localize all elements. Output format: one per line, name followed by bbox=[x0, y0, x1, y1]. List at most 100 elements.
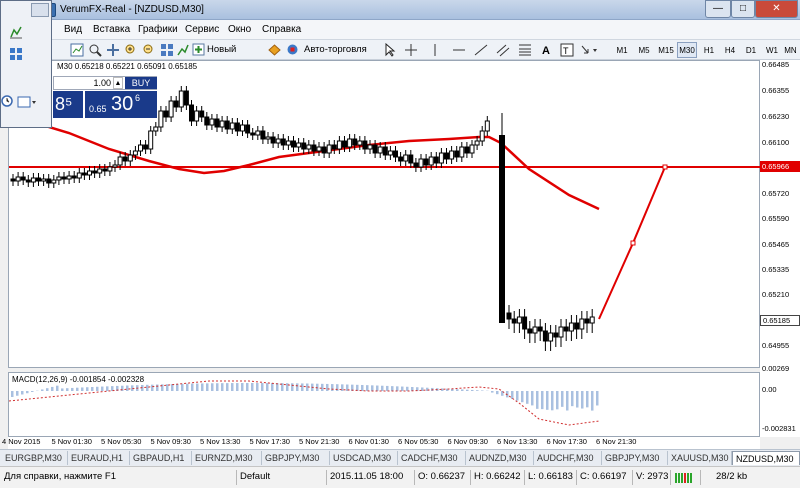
menu-help[interactable]: Справка bbox=[262, 24, 301, 35]
connection-bars-icon bbox=[674, 471, 696, 485]
tab-eurnzd[interactable]: EURNZD,M30 bbox=[192, 451, 262, 465]
status-bar: Для справки, нажмите F1 Default 2015.11.… bbox=[0, 466, 800, 488]
candle-body bbox=[210, 119, 214, 125]
tab-gbpjpy-1[interactable]: GBPJPY,M30 bbox=[262, 451, 330, 465]
candle-body bbox=[271, 137, 275, 143]
macd-bar bbox=[376, 386, 379, 391]
candle-body bbox=[67, 176, 71, 179]
tf-d1[interactable]: D1 bbox=[741, 42, 761, 58]
lot-stepper[interactable]: ▲ bbox=[113, 77, 123, 89]
tab-audchf[interactable]: AUDCHF,M30 bbox=[534, 451, 602, 465]
windows-grid-icon[interactable] bbox=[9, 47, 23, 61]
candle-body bbox=[179, 91, 183, 107]
indicators-icon[interactable] bbox=[9, 25, 23, 39]
tf-h4[interactable]: H4 bbox=[720, 42, 740, 58]
minimize-button[interactable]: — bbox=[705, 0, 731, 18]
tab-cadchf[interactable]: CADCHF,M30 bbox=[398, 451, 466, 465]
candle-body bbox=[42, 179, 46, 181]
tab-euraud[interactable]: EURAUD,H1 bbox=[68, 451, 130, 465]
clock-icon[interactable] bbox=[1, 93, 17, 109]
candlestick-series bbox=[11, 86, 594, 351]
vertical-line-icon[interactable] bbox=[428, 43, 442, 57]
template-dropdown-icon[interactable] bbox=[17, 96, 37, 108]
tab-eurgbp[interactable]: EURGBP,M30 bbox=[2, 451, 68, 465]
tile-windows-icon[interactable] bbox=[160, 43, 174, 57]
candle-body bbox=[297, 143, 301, 147]
tab-usdcad[interactable]: USDCAD,M30 bbox=[330, 451, 398, 465]
macd-bar bbox=[236, 383, 239, 391]
panel-window-button[interactable] bbox=[31, 3, 49, 17]
candle-body bbox=[281, 139, 285, 145]
macd-bar bbox=[536, 391, 539, 409]
tf-m15[interactable]: M15 bbox=[656, 42, 676, 58]
macd-bar bbox=[216, 383, 219, 391]
candle-body bbox=[424, 159, 428, 165]
cursor-icon[interactable] bbox=[384, 43, 396, 57]
text-box-icon[interactable]: T bbox=[560, 43, 574, 57]
floating-navigator-panel bbox=[0, 0, 52, 128]
macd-bar bbox=[386, 386, 389, 391]
crosshair-icon[interactable] bbox=[404, 43, 418, 57]
tab-audnzd[interactable]: AUDNZD,M30 bbox=[466, 451, 534, 465]
menu-insert[interactable]: Вставка bbox=[93, 24, 130, 35]
trendline-icon[interactable] bbox=[474, 43, 488, 57]
channel-icon[interactable] bbox=[496, 43, 510, 57]
new-order-button[interactable]: Новый ордер bbox=[192, 42, 264, 58]
fibonacci-icon[interactable] bbox=[518, 43, 532, 57]
trendline-handle-mid[interactable] bbox=[631, 241, 635, 245]
buy-price-box[interactable]: 0.65 30 6 bbox=[85, 91, 157, 118]
candle-body bbox=[139, 145, 143, 151]
text-label-icon[interactable]: A bbox=[540, 43, 554, 57]
menu-window[interactable]: Окно bbox=[228, 24, 251, 35]
tab-nzdusd[interactable]: NZDUSD,M30 bbox=[732, 451, 800, 465]
arrows-dropdown-icon[interactable] bbox=[580, 43, 600, 57]
candle-body bbox=[286, 141, 290, 145]
time-tick: 4 Nov 2015 bbox=[2, 437, 40, 446]
macd-bar bbox=[226, 383, 229, 391]
chart-autoscroll-icon[interactable] bbox=[176, 43, 190, 57]
price-tick: 0.66485 bbox=[762, 60, 789, 69]
macd-bar bbox=[166, 384, 169, 391]
tf-w1[interactable]: W1 bbox=[762, 42, 782, 58]
sell-price-box[interactable]: 8⁵ bbox=[53, 91, 83, 118]
buy-button[interactable]: BUY bbox=[125, 77, 157, 89]
new-order-icon bbox=[192, 43, 205, 56]
tab-xauusd[interactable]: XAUUSD,M30 bbox=[668, 451, 732, 465]
candle-body bbox=[470, 145, 474, 153]
macd-bar bbox=[291, 383, 294, 391]
macd-bar bbox=[476, 390, 479, 391]
candle-body bbox=[465, 147, 469, 153]
tf-m30[interactable]: M30 bbox=[677, 42, 697, 58]
candle-body bbox=[450, 151, 454, 159]
macd-bar bbox=[296, 383, 299, 391]
macd-bar bbox=[301, 383, 304, 391]
menu-view[interactable]: Вид bbox=[64, 24, 82, 35]
tf-m5[interactable]: M5 bbox=[634, 42, 654, 58]
tab-gbpaud[interactable]: GBPAUD,H1 bbox=[130, 451, 192, 465]
price-axis[interactable]: 0.66485 0.66355 0.66230 0.66100 0.65720 0.655… bbox=[760, 60, 800, 437]
zoom-in-icon[interactable] bbox=[124, 43, 138, 57]
close-button[interactable]: ✕ bbox=[755, 0, 798, 18]
tf-h1[interactable]: H1 bbox=[699, 42, 719, 58]
menu-tools[interactable]: Сервис bbox=[185, 24, 219, 35]
macd-indicator-window[interactable]: MACD(12,26,9) -0.001854 -0.002328 bbox=[8, 372, 760, 437]
menu-charts[interactable]: Графики bbox=[138, 24, 178, 35]
autotrading-button[interactable]: Авто-торговля bbox=[268, 42, 370, 58]
candle-body bbox=[590, 317, 594, 323]
tf-mn[interactable]: MN bbox=[781, 42, 800, 58]
autotrading-stop-icon bbox=[286, 43, 299, 56]
maximize-button[interactable]: □ bbox=[731, 0, 755, 18]
trendline-handle-end[interactable] bbox=[663, 165, 667, 169]
tab-gbpjpy-2[interactable]: GBPJPY,M30 bbox=[602, 451, 668, 465]
zoom-out-icon[interactable] bbox=[142, 43, 156, 57]
lot-size-input[interactable]: 1.00 bbox=[83, 77, 111, 89]
candle-body bbox=[235, 123, 239, 131]
horizontal-line-icon[interactable] bbox=[452, 43, 466, 57]
tf-m1[interactable]: M1 bbox=[612, 42, 632, 58]
crosshair-move-icon[interactable] bbox=[106, 43, 120, 57]
macd-bar bbox=[241, 383, 244, 391]
macd-bar bbox=[156, 384, 159, 391]
zoom-icon[interactable] bbox=[88, 43, 102, 57]
chart-shift-icon[interactable] bbox=[70, 43, 84, 57]
macd-bar bbox=[286, 383, 289, 391]
